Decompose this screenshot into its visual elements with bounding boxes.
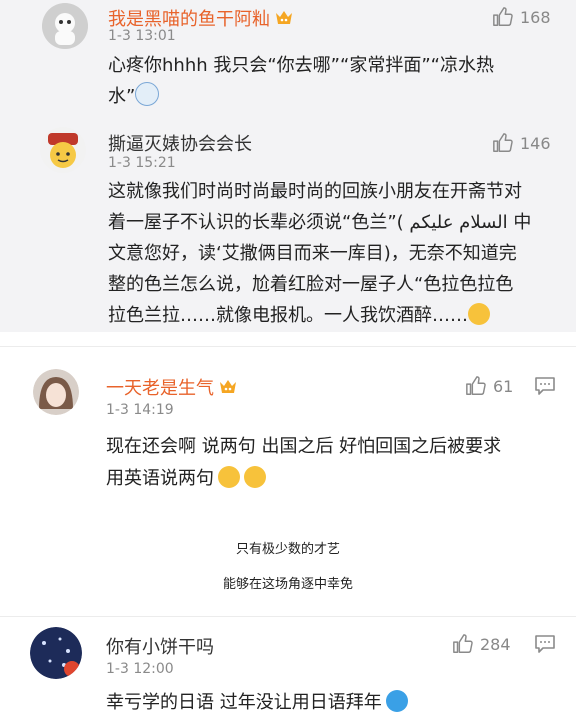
caption-line: 只有极少数的才艺: [235, 542, 340, 557]
comment-line: 用英语说两句: [106, 463, 556, 495]
vip-badge-icon: [276, 11, 292, 24]
comment-card-1: 我是黑喵的鱼干阿籼 1-3 13:01 168 心疼你hhhh 我只会“你去哪”…: [0, 0, 576, 122]
comment-line: 现在还会啊 说两句 出国之后 好怕回国之后被要求: [106, 436, 502, 457]
like-count: 61: [493, 376, 514, 396]
doraemon-emoji-icon: [385, 690, 408, 712]
comment-time: 1-3 14:19: [106, 402, 174, 418]
comment-icon[interactable]: [534, 634, 556, 654]
avatar[interactable]: [40, 127, 86, 173]
username[interactable]: 撕逼灭婊协会会长: [108, 130, 252, 156]
thinking-emoji-icon: [244, 466, 266, 488]
username-label[interactable]: 我是黑喵的鱼干阿籼: [108, 9, 270, 30]
comment-line: 幸亏学的日语 过年没让用日语拜年: [106, 687, 556, 718]
comment-time: 1-3 15:21: [108, 155, 176, 171]
comment-line: 心疼你hhhh 我只会“你去哪”“家常拌面”“凉水热: [108, 55, 494, 76]
comment-text: 这就像我们时尚时尚最时尚的回族小朋友在开斋节对 着一屋子不认识的长辈必须说“色兰…: [108, 176, 558, 331]
caption-line: 能够在这场角逐中幸免: [222, 577, 353, 592]
penguin-emoji-icon: [135, 82, 160, 106]
username-label[interactable]: 一天老是生气: [106, 378, 214, 399]
avatar[interactable]: [33, 369, 79, 415]
like-count: 168: [520, 7, 551, 27]
thumbs-up-icon: [466, 376, 486, 395]
avatar[interactable]: [30, 627, 82, 679]
avatar[interactable]: [42, 3, 88, 49]
comment-card-3: 一天老是生气 1-3 14:19 61 现在还会啊 说两句 出国之后 好怕回国之…: [0, 347, 576, 507]
like-button[interactable]: 168: [492, 6, 551, 28]
thumbs-up-icon: [493, 7, 513, 26]
vip-badge-icon: [220, 380, 236, 393]
comment-text: 心疼你hhhh 我只会“你去哪”“家常拌面”“凉水热 水”: [108, 50, 548, 112]
comment-line: 这就像我们时尚时尚最时尚的回族小朋友在开斋节对: [108, 181, 522, 202]
comment-line: 文意您好，读‘艾撒俩目而来一库目)，无奈不知道完: [108, 243, 517, 264]
comment-line: 着一屋子不认识的长辈必须说“色兰”( السلام عليكم 中: [108, 212, 532, 233]
comment-icon[interactable]: [534, 376, 556, 396]
comment-text: 幸亏学的日语 过年没让用日语拜年: [106, 687, 556, 718]
like-button[interactable]: 61: [465, 375, 513, 397]
comment-text: 现在还会啊 说两句 出国之后 好怕回国之后被要求 用英语说两句: [106, 431, 556, 495]
like-count: 146: [520, 133, 551, 153]
like-button[interactable]: 284: [452, 633, 511, 655]
username[interactable]: 你有小饼干吗: [106, 633, 214, 659]
smile-emoji-icon: [218, 466, 240, 488]
like-button[interactable]: 146: [492, 132, 551, 154]
comment-time: 1-3 12:00: [106, 661, 174, 677]
comment-card-4: 你有小饼干吗 1-3 12:00 284 幸亏学的日语 过年没让用日语拜年: [0, 617, 576, 726]
comment-line: 整的色兰怎么说，尬着红脸对一屋子人“色拉色拉色: [108, 274, 514, 295]
thumbs-up-icon: [453, 634, 473, 653]
like-count: 284: [480, 634, 511, 654]
username[interactable]: 一天老是生气: [106, 374, 238, 400]
smile-emoji-icon: [468, 303, 490, 325]
comment-line: 拉色兰拉……就像电报机。一人我饮酒醉……: [108, 300, 558, 331]
thumbs-up-icon: [493, 133, 513, 152]
comment-line: 水”: [108, 81, 548, 112]
comment-time: 1-3 13:01: [108, 28, 176, 44]
comment-card-2: 撕逼灭婊协会会长 1-3 15:21 146 这就像我们时尚时尚最时尚的回族小朋…: [0, 122, 576, 332]
